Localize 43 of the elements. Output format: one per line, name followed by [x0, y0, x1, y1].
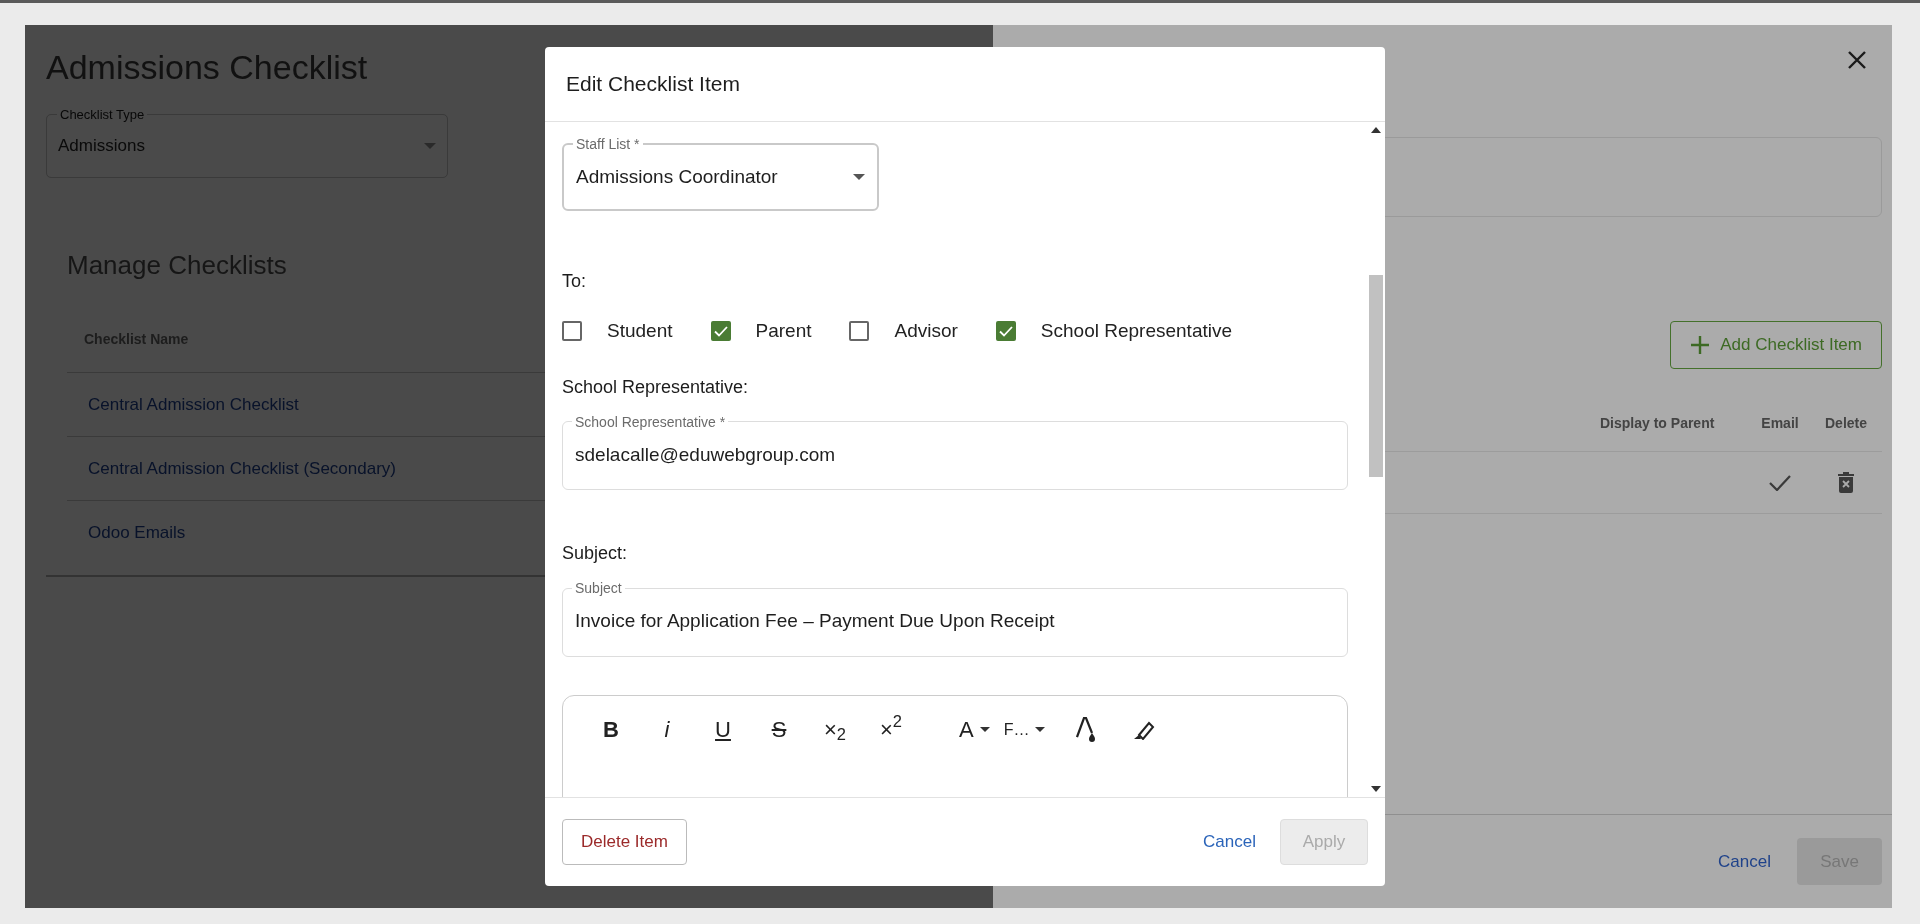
caret-icon [853, 174, 865, 181]
column-header: Display to Parent [1600, 413, 1716, 433]
field-label: School Representative * [574, 414, 727, 429]
caret-icon [424, 142, 436, 149]
underline-button[interactable]: U [695, 711, 751, 748]
field-label: Subject [574, 581, 623, 595]
scroll-down-icon [1371, 786, 1381, 792]
column-header: Email [1760, 413, 1800, 433]
script-button[interactable]: ×$_{2}$ [807, 711, 863, 748]
bold-button[interactable]: B [583, 711, 639, 748]
checkbox[interactable] [995, 321, 1016, 342]
delete-item-button[interactable]: Delete Item [562, 819, 687, 865]
staff-list-select[interactable]: Staff List * Admissions Coordinator [562, 137, 879, 211]
checkbox[interactable] [562, 321, 582, 342]
checkbox-label: School Representative [1040, 319, 1232, 343]
subject-input[interactable]: Invoice for Application Fee – Payment Due Upon Receipt [575, 607, 1335, 636]
cancel-button[interactable]: Cancel [1197, 828, 1262, 856]
field-label: Checklist Type [59, 107, 146, 121]
scroll-up-icon [1371, 127, 1381, 133]
email-field[interactable]: School Representative * sdelacalle@eduwebgroup.com [562, 414, 1348, 490]
close-button[interactable] [1848, 51, 1866, 69]
page-title: Admissions Checklist [46, 47, 368, 88]
trash-icon[interactable] [1838, 472, 1854, 494]
strikethrough-button[interactable]: S [751, 711, 807, 748]
caret-icon [1035, 727, 1046, 732]
column-header: Delete [1824, 413, 1868, 433]
dropdown-button[interactable]: A [959, 711, 990, 748]
plus-icon [1690, 334, 1711, 355]
italic-button[interactable]: i [639, 711, 695, 748]
caret-icon [979, 727, 990, 732]
section-heading: Subject: [562, 542, 629, 565]
cancel-button[interactable]: Cancel [1712, 847, 1777, 876]
dropdown-button[interactable]: F… [1003, 711, 1046, 748]
subject-field[interactable]: Subject Invoice for Application Fee – Payment Due Upon Receipt [562, 581, 1348, 657]
scrollbar[interactable] [1369, 275, 1383, 477]
dialog-title: Edit Checklist Item [566, 71, 740, 97]
section-heading: School Representative: [562, 375, 750, 399]
section-heading: To: [562, 270, 587, 293]
script-button[interactable]: ×$^{2}$ [863, 711, 919, 748]
close-icon [1848, 51, 1866, 69]
checkbox[interactable] [710, 321, 731, 342]
email-input[interactable]: sdelacalle@eduwebgroup.com [575, 440, 1335, 469]
checkbox[interactable] [849, 321, 870, 342]
